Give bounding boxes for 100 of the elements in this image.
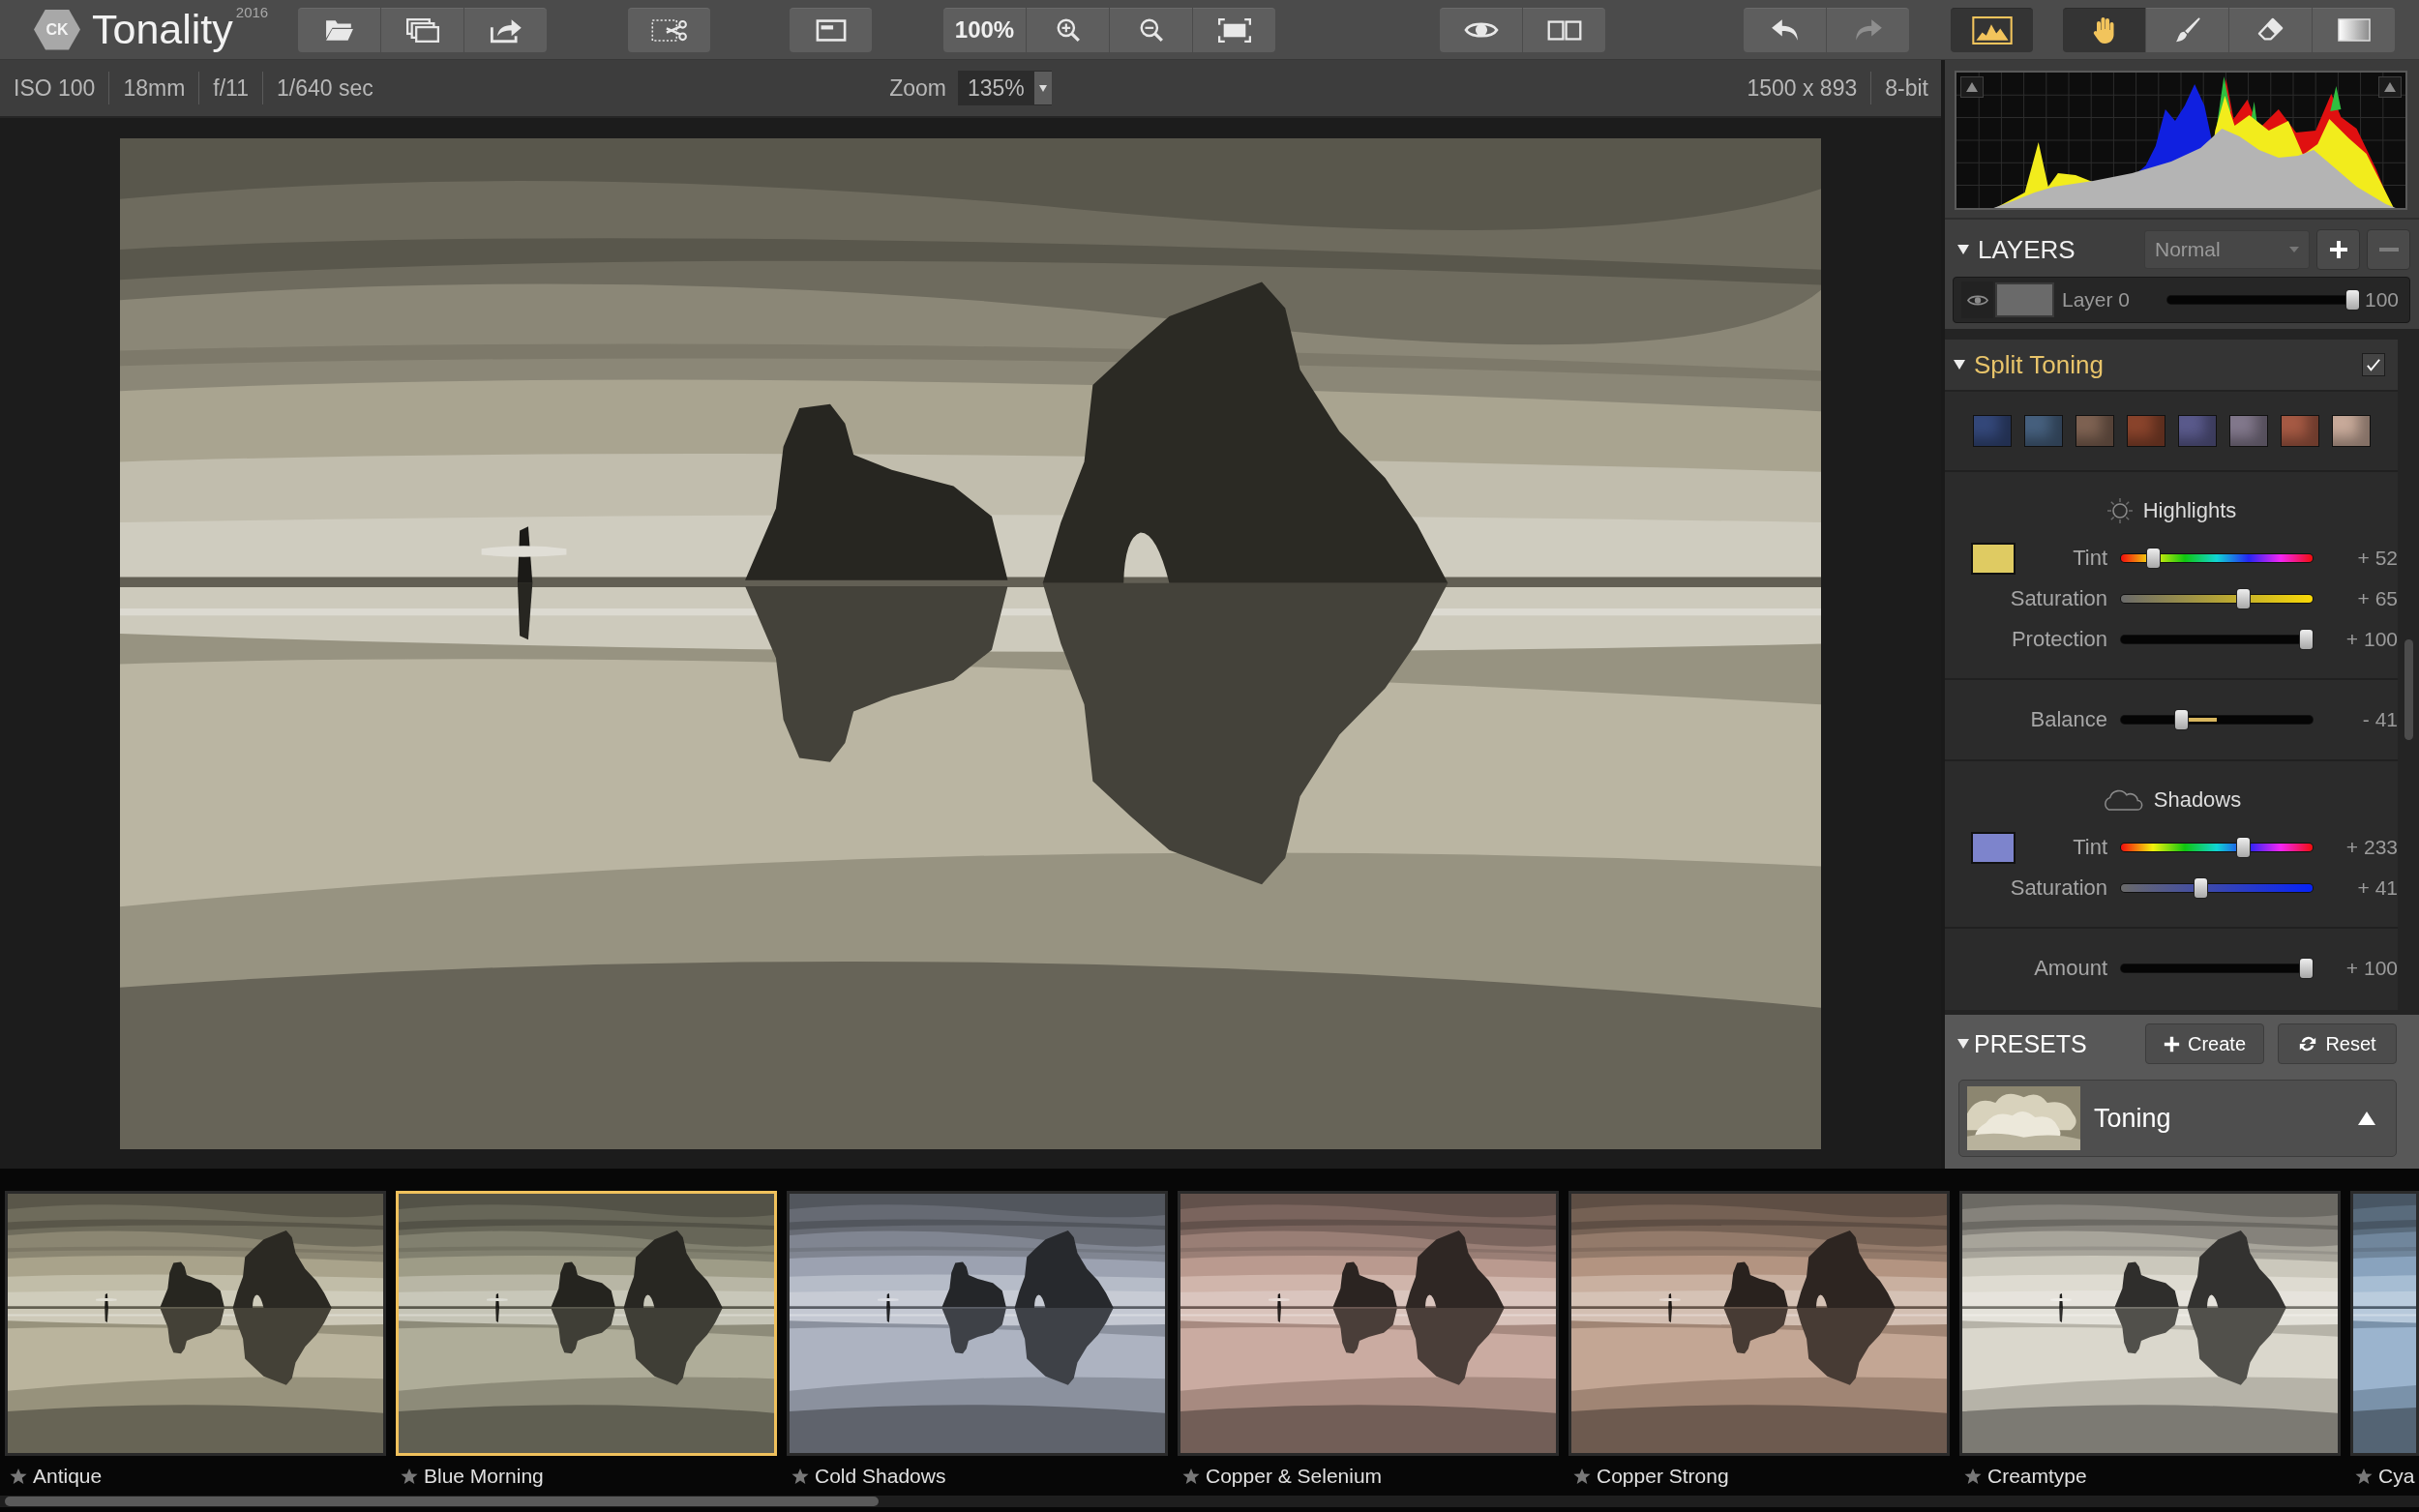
slider-thumb[interactable] [2236, 838, 2250, 857]
visibility-toggle[interactable] [1961, 282, 1993, 318]
hand-icon [2092, 15, 2116, 44]
slider-label: Tint [2072, 546, 2108, 571]
layer-row[interactable]: Layer 0 100 [1953, 277, 2410, 323]
color-swatch[interactable] [1971, 831, 2016, 864]
eye-icon [1966, 293, 1988, 307]
preset-name: Blue Morning [424, 1464, 544, 1488]
toning-swatch[interactable] [2075, 415, 2114, 447]
preset-name: Creamtype [1987, 1464, 2087, 1488]
toning-swatch[interactable] [2228, 415, 2268, 447]
toning-swatch[interactable] [1972, 415, 2012, 447]
eraser-icon [2256, 17, 2285, 43]
exif-info: 1/640 sec [276, 74, 373, 102]
star-icon[interactable] [791, 1467, 809, 1485]
section-title: PRESETS [1974, 1029, 2087, 1058]
color-swatch[interactable] [1971, 542, 2016, 575]
plus-icon [2164, 1035, 2180, 1052]
slider-thumb[interactable] [2300, 630, 2313, 649]
zoom-in-button[interactable] [1027, 7, 1109, 52]
star-icon[interactable] [1964, 1467, 1982, 1485]
panel-layout-icon [815, 18, 847, 42]
hue-slider[interactable] [2121, 838, 2313, 857]
star-icon[interactable] [2355, 1467, 2373, 1485]
fit-screen-button[interactable] [1193, 7, 1275, 52]
slider-thumb[interactable] [2237, 589, 2251, 608]
tone-title: Shadows [2153, 787, 2242, 813]
star-icon[interactable] [1573, 1467, 1591, 1485]
saturation-slider[interactable] [2121, 878, 2313, 898]
preset-category-dropdown[interactable]: Toning [1958, 1080, 2397, 1157]
enable-checkbox[interactable] [2362, 353, 2385, 376]
crop-button[interactable] [628, 7, 710, 52]
zoom-dropdown[interactable]: 135% [958, 71, 1052, 105]
histogram-icon [1971, 15, 2013, 44]
bit-depth: 8-bit [1885, 74, 1928, 102]
split-view-button[interactable] [1523, 7, 1605, 52]
preview-button[interactable] [1440, 7, 1522, 52]
slider-label: Saturation [2009, 586, 2108, 611]
layout-button[interactable] [790, 7, 872, 52]
undo-button[interactable] [1744, 7, 1826, 52]
share-button[interactable] [464, 7, 547, 52]
caret-icon[interactable] [1956, 1038, 1970, 1050]
exif-info: ISO 100 [14, 74, 96, 102]
exif-info: f/11 [213, 74, 249, 102]
slider-thumb[interactable] [2194, 878, 2207, 898]
plain-slider[interactable] [2121, 630, 2313, 649]
scrollbar-thumb[interactable] [2404, 639, 2413, 740]
crop-scissors-icon [650, 17, 688, 43]
star-icon[interactable] [10, 1467, 27, 1485]
eraser-tool-button[interactable] [2229, 7, 2312, 52]
add-layer-button[interactable] [2316, 229, 2360, 270]
slider-value: - 41 [2361, 708, 2398, 731]
gradient-tool-button[interactable] [2313, 7, 2395, 52]
opacity-slider[interactable] [2167, 290, 2359, 310]
balance-slider[interactable] [2121, 710, 2313, 729]
triangle-icon [2357, 1111, 2376, 1126]
scrollbar-thumb[interactable] [5, 1497, 879, 1506]
toning-swatch[interactable] [2331, 415, 2371, 447]
slider-label: Balance [2029, 707, 2108, 732]
slider-thumb[interactable] [2146, 548, 2160, 568]
slider-label: Protection [2010, 627, 2108, 652]
open-button[interactable] [298, 7, 380, 52]
gradient-icon [2337, 18, 2371, 42]
saturation-slider[interactable] [2121, 589, 2313, 608]
caret-icon[interactable] [1956, 244, 1970, 255]
split-view-icon [1546, 19, 1582, 41]
caret-icon[interactable] [1953, 359, 1966, 371]
actual-size-button[interactable]: 100% [943, 7, 1026, 52]
batch-button[interactable] [381, 7, 463, 52]
zoom-out-button[interactable] [1110, 7, 1192, 52]
slider-thumb[interactable] [2346, 290, 2359, 310]
hue-slider[interactable] [2121, 548, 2313, 568]
app-version: 2016 [235, 4, 269, 19]
slider-value: + 52 [2356, 547, 2398, 570]
slider-thumb[interactable] [2174, 710, 2188, 729]
layer-name: Layer 0 [2062, 288, 2131, 311]
plain-slider[interactable] [2121, 959, 2313, 978]
plus-icon [2328, 240, 2348, 259]
slider-thumb[interactable] [2300, 959, 2313, 978]
histogram-toggle[interactable] [1951, 7, 2033, 52]
slider-label: Saturation [2009, 875, 2108, 901]
brush-tool-button[interactable] [2146, 7, 2228, 52]
toning-swatch[interactable] [2280, 415, 2319, 447]
toning-swatch[interactable] [2023, 415, 2063, 447]
hand-tool-button[interactable] [2063, 7, 2145, 52]
opacity-value: 100 [2364, 288, 2401, 311]
toning-swatch[interactable] [2177, 415, 2217, 447]
reset-button[interactable]: Reset [2278, 1023, 2397, 1064]
clipping-button[interactable] [1960, 76, 1984, 98]
slider-value: + 233 [2344, 836, 2398, 859]
star-icon[interactable] [1182, 1467, 1200, 1485]
toning-swatch[interactable] [2126, 415, 2165, 447]
create-button[interactable]: Create [2145, 1023, 2264, 1064]
slider-value: + 65 [2356, 587, 2398, 610]
eye-icon [1463, 19, 1499, 41]
zoom-out-icon [1138, 17, 1164, 43]
folder-icon [324, 18, 354, 42]
star-icon[interactable] [401, 1467, 418, 1485]
clipping-button[interactable] [2378, 76, 2402, 98]
check-icon [2366, 358, 2381, 371]
